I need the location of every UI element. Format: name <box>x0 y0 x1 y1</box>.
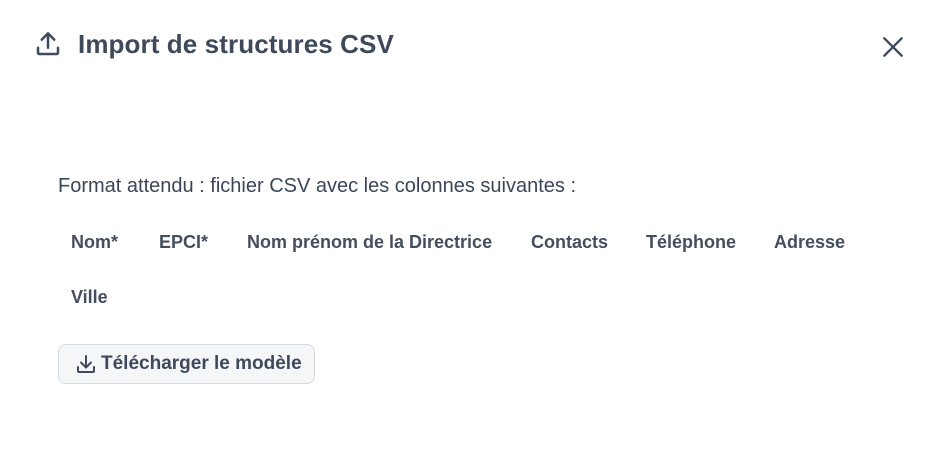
close-button[interactable] <box>876 30 910 64</box>
column-tag-ville: Ville <box>71 287 108 307</box>
column-tag-telephone: Téléphone <box>646 232 737 252</box>
column-tag-directrice: Nom prénom de la Directrice <box>247 232 493 252</box>
column-tag-epci: EPCI* <box>159 232 209 252</box>
column-tag-nom: Nom* <box>71 232 119 252</box>
close-icon <box>880 34 906 60</box>
download-template-label: Télécharger le modèle <box>101 353 302 374</box>
import-csv-dialog: Import de structures CSV Format attendu … <box>0 0 950 468</box>
column-tag-adresse: Adresse <box>774 232 846 252</box>
dialog-body: Format attendu : fichier CSV avec les co… <box>58 172 918 384</box>
dialog-title: Import de structures CSV <box>78 28 394 59</box>
dialog-header: Import de structures CSV <box>32 28 394 60</box>
download-icon <box>73 351 99 377</box>
format-description: Format attendu : fichier CSV avec les co… <box>58 175 577 197</box>
download-template-button[interactable]: Télécharger le modèle <box>58 344 315 384</box>
upload-icon <box>32 28 64 60</box>
column-tag-contacts: Contacts <box>531 232 609 252</box>
